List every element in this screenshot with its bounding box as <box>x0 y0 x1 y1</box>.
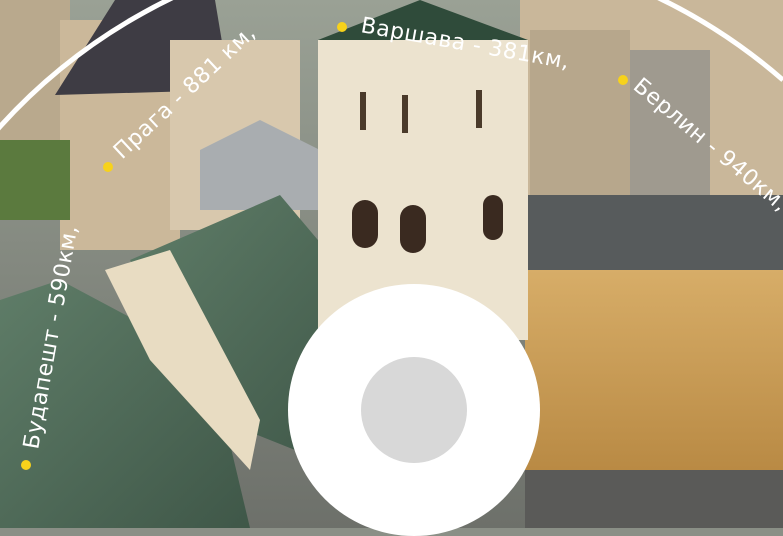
city-marker-budapest <box>21 460 31 470</box>
center-dot <box>361 357 467 463</box>
city-marker-prague <box>103 162 113 172</box>
city-marker-warsaw <box>337 22 347 32</box>
city-marker-berlin <box>618 75 628 85</box>
